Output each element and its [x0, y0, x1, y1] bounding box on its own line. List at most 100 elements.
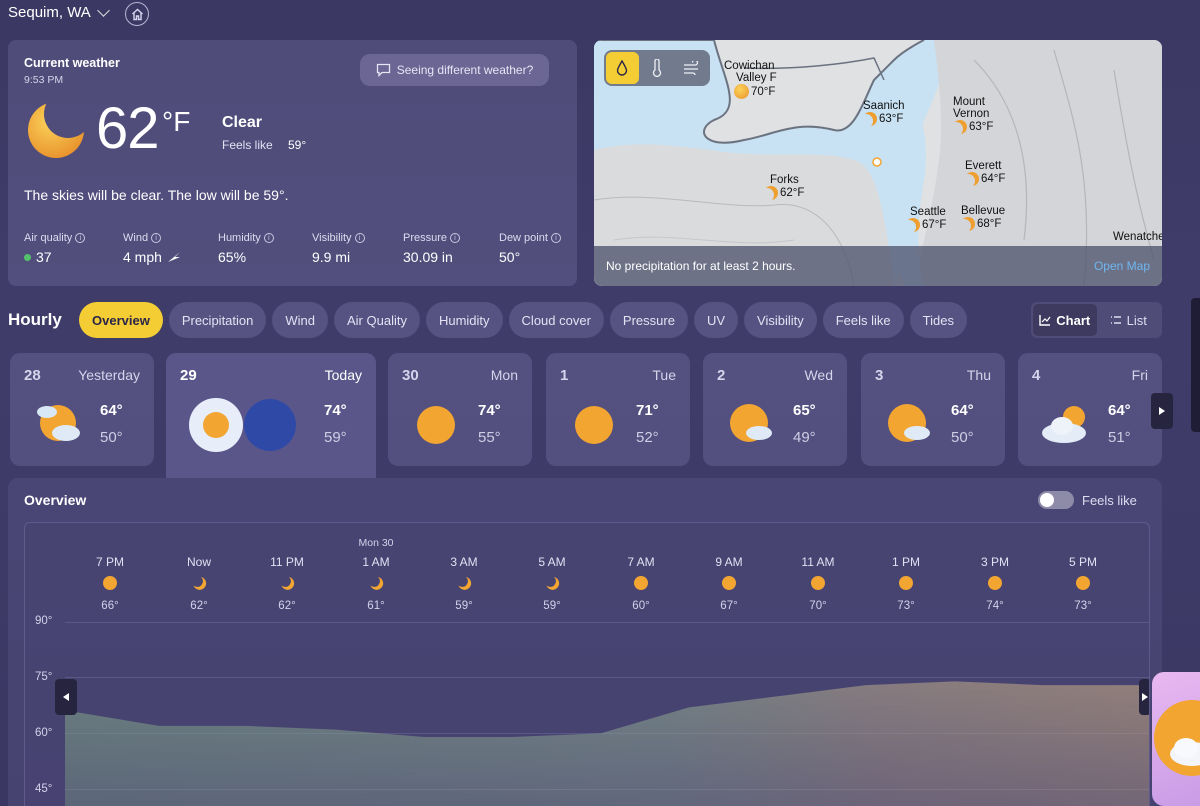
- hourly-tabs: Overview Precipitation Wind Air Quality …: [79, 302, 967, 338]
- day-name: Today: [324, 367, 362, 383]
- day-number: 1: [560, 367, 569, 384]
- hourly-title: Hourly: [8, 310, 62, 329]
- partly-cloudy-icon: [1154, 700, 1200, 776]
- moon-icon: [764, 186, 778, 200]
- chart-prev-button[interactable]: [55, 679, 77, 715]
- temperature-layer-button[interactable]: [641, 52, 674, 84]
- location-selector[interactable]: Sequim, WA: [8, 3, 110, 21]
- tab-tides[interactable]: Tides: [909, 302, 967, 338]
- list-view-button[interactable]: List: [1097, 304, 1161, 336]
- tab-overview[interactable]: Overview: [79, 302, 163, 338]
- temperature-area: [65, 681, 1149, 806]
- side-scroll-handle[interactable]: [1191, 298, 1200, 432]
- day-number: 29: [180, 367, 197, 384]
- weather-widget-launcher[interactable]: [1152, 672, 1200, 806]
- view-toggle: Chart List: [1031, 302, 1162, 338]
- day-low: 49°: [793, 429, 816, 446]
- day-name: Fri: [1131, 367, 1148, 383]
- map-city-bellevue[interactable]: Bellevue 68°F: [961, 205, 1005, 231]
- metric-wind[interactable]: Wind i 4 mph: [123, 232, 181, 265]
- map-city-seattle[interactable]: Seattle 67°F: [906, 206, 946, 232]
- seeing-different-weather-button[interactable]: Seeing different weather?: [360, 54, 549, 86]
- metric-dew-point[interactable]: Dew point i 50°: [499, 232, 561, 265]
- wind-icon: [683, 61, 698, 75]
- chevron-right-icon: [1142, 693, 1148, 701]
- chevron-down-icon: [96, 3, 110, 17]
- metric-air-quality[interactable]: Air quality i 37: [24, 232, 86, 265]
- tab-wind[interactable]: Wind: [272, 302, 328, 338]
- metric-value: 4 mph: [123, 249, 162, 265]
- city-temp: 64°F: [981, 173, 1006, 185]
- chart-view-button[interactable]: Chart: [1033, 304, 1097, 336]
- day-card-wed[interactable]: 2 Wed 65° 49°: [703, 353, 847, 466]
- map-city-everett[interactable]: Everett 64°F: [965, 160, 1005, 186]
- partly-cloudy-icon: [888, 404, 930, 442]
- day-name: Mon: [490, 367, 518, 383]
- moon-icon: [863, 112, 877, 126]
- metric-label: Dew point: [499, 232, 548, 244]
- open-map-link[interactable]: Open Map: [1094, 259, 1150, 273]
- info-icon: i: [550, 233, 561, 243]
- map-city-mount-vernon[interactable]: Mount Vernon 63°F: [953, 96, 993, 134]
- city-temp: 67°F: [922, 219, 947, 231]
- chart-next-button[interactable]: [1139, 679, 1149, 715]
- day-card-fri[interactable]: 4 Fri 64° 51°: [1018, 353, 1162, 466]
- map-city-forks[interactable]: Forks 62°F: [764, 174, 804, 200]
- overview-panel: Overview Feels like 7 PM 66° Now 62° 11 PM 62…: [8, 478, 1162, 806]
- chart-icon: [1039, 315, 1051, 326]
- wind-layer-button[interactable]: [675, 52, 708, 84]
- overview-title: Overview: [24, 492, 87, 508]
- location-name: Sequim, WA: [8, 4, 91, 21]
- tab-uv[interactable]: UV: [693, 302, 739, 338]
- tab-humidity[interactable]: Humidity: [425, 302, 503, 338]
- map-layer-toolbar: [604, 50, 710, 86]
- day-number: 30: [402, 367, 419, 384]
- current-condition: Clear: [222, 114, 263, 131]
- feels-like-toggle[interactable]: Feels like: [1038, 491, 1137, 509]
- home-button[interactable]: [125, 2, 149, 26]
- metric-humidity[interactable]: Humidity i 65%: [218, 232, 274, 265]
- map-city-wenatchee[interactable]: Wenatche: [1113, 231, 1162, 243]
- next-days-button[interactable]: [1151, 393, 1173, 429]
- day-card-today[interactable]: 29 Today 74° 59°: [166, 353, 376, 478]
- metric-label: Visibility: [312, 232, 352, 244]
- day-card-tue[interactable]: 1 Tue 71° 52°: [546, 353, 690, 466]
- city-name: Mount: [953, 96, 985, 108]
- city-temp: 70°F: [751, 85, 776, 98]
- temperature-unit: °F: [162, 106, 191, 137]
- tab-precipitation[interactable]: Precipitation: [168, 302, 267, 338]
- day-name: Thu: [966, 367, 991, 383]
- day-high: 74°: [478, 402, 501, 419]
- tab-air-quality[interactable]: Air Quality: [334, 302, 420, 338]
- day-card-thu[interactable]: 3 Thu 64° 50°: [861, 353, 1005, 466]
- overview-chart: 7 PM 66° Now 62° 11 PM 62° Mon 30 1 AM 61° 3 AM 59…: [24, 522, 1150, 806]
- day-card-mon[interactable]: 30 Mon 74° 55°: [388, 353, 532, 466]
- cloudy-icon: [1042, 406, 1086, 443]
- toggle-switch[interactable]: [1038, 491, 1074, 509]
- tab-cloud-cover[interactable]: Cloud cover: [508, 302, 604, 338]
- map-footer: No precipitation for at least 2 hours. O…: [594, 246, 1162, 286]
- moon-icon: [965, 172, 979, 186]
- moon-icon: [953, 120, 967, 134]
- current-temperature: 62: [96, 96, 160, 161]
- day-card-yesterday[interactable]: 28 Yesterday 64° 50°: [10, 353, 154, 466]
- home-icon: [131, 8, 143, 20]
- precipitation-layer-button[interactable]: [606, 52, 639, 84]
- day-number: 2: [717, 367, 726, 384]
- tab-pressure[interactable]: Pressure: [609, 302, 688, 338]
- tab-visibility[interactable]: Visibility: [744, 302, 817, 338]
- metric-value: 9.9 mi: [312, 249, 351, 265]
- metric-pressure[interactable]: Pressure i 30.09 in: [403, 232, 461, 265]
- metric-label: Pressure: [403, 232, 448, 244]
- tab-feels-like[interactable]: Feels like: [822, 302, 904, 338]
- map-city-cowichan[interactable]: Cowichan Valley F 70°F: [724, 60, 777, 99]
- y-axis-label: 45°: [35, 783, 53, 795]
- list-icon: [1110, 316, 1121, 324]
- moon-icon: [961, 217, 975, 231]
- metric-visibility[interactable]: Visibility i 9.9 mi: [312, 232, 365, 265]
- chevron-right-icon: [1159, 407, 1165, 415]
- metric-value: 37: [36, 249, 52, 265]
- map-city-saanich[interactable]: Saanich 63°F: [863, 100, 905, 126]
- day-low: 55°: [478, 429, 501, 446]
- weather-map[interactable]: Cowichan Valley F 70°F Saanich 63°F Moun…: [594, 40, 1162, 286]
